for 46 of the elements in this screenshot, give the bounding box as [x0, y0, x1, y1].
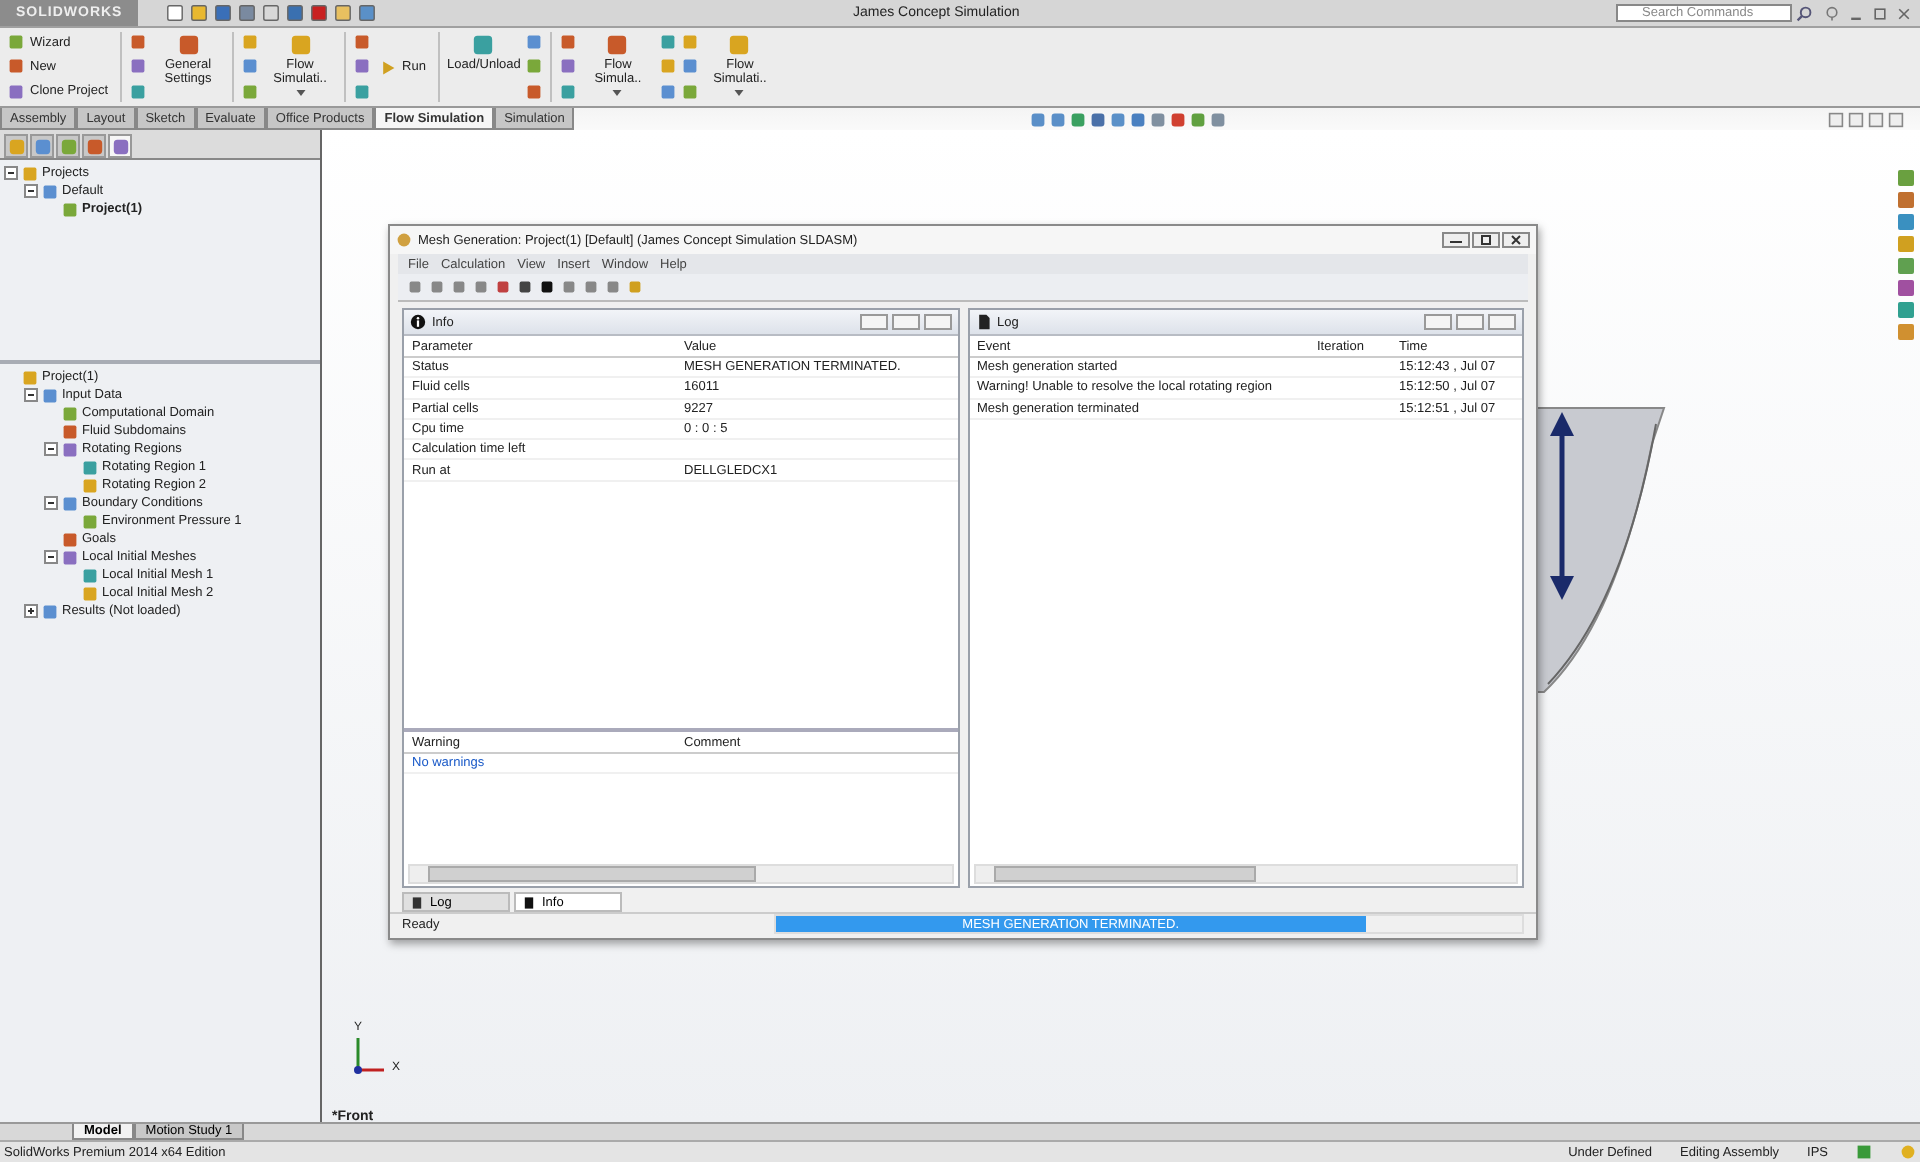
panel-tab[interactable] [82, 134, 106, 158]
panel-button-icon[interactable] [891, 314, 919, 330]
panel-button-icon[interactable] [859, 314, 887, 330]
node-icon [42, 183, 58, 199]
node-icon [62, 495, 78, 511]
panel-tab[interactable] [4, 134, 28, 158]
expand-toggle[interactable] [44, 550, 58, 564]
tool-icon [728, 34, 751, 56]
tool-icon [472, 34, 495, 56]
node-icon [42, 603, 58, 619]
panel-button-icon[interactable] [1424, 314, 1452, 330]
panel-tab[interactable] [56, 134, 80, 158]
close-icon[interactable] [1502, 232, 1530, 248]
tool-icon [606, 34, 629, 56]
panel-button-icon[interactable] [1456, 314, 1484, 330]
tab-icon [410, 895, 424, 909]
expand-toggle[interactable] [24, 388, 38, 402]
node-icon [82, 513, 98, 529]
minimize-icon[interactable] [1442, 232, 1470, 248]
panel-tab[interactable] [30, 134, 54, 158]
app-icon [396, 232, 412, 248]
play-icon [380, 59, 397, 75]
expand-toggle[interactable] [44, 442, 58, 456]
panel-tab[interactable] [108, 134, 132, 158]
expand-toggle[interactable] [24, 604, 38, 618]
node-icon [42, 387, 58, 403]
caret-icon [295, 90, 306, 96]
tool-icon [289, 34, 312, 56]
info-icon [410, 314, 426, 330]
node-icon [62, 201, 78, 217]
horizontal-scrollbar[interactable] [408, 864, 953, 884]
caret-icon [612, 90, 623, 96]
horizontal-scrollbar[interactable] [973, 864, 1518, 884]
panel-button-icon[interactable] [923, 314, 951, 330]
tab-icon [522, 895, 536, 909]
expand-toggle[interactable] [4, 166, 18, 180]
document-icon [975, 314, 991, 330]
search-icon [1796, 5, 1812, 21]
panel-button-icon[interactable] [1488, 314, 1516, 330]
node-icon [22, 369, 38, 385]
tool-icon [177, 34, 200, 56]
caret-icon [734, 90, 745, 96]
node-icon [22, 165, 38, 181]
expand-toggle[interactable] [44, 496, 58, 510]
expand-toggle[interactable] [24, 184, 38, 198]
maximize-icon[interactable] [1472, 232, 1500, 248]
